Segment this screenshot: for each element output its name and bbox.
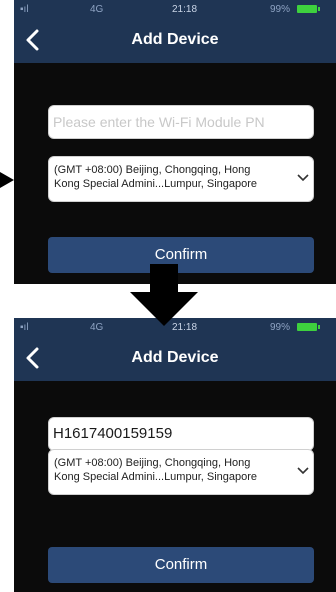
signal-indicator: ▪ıl xyxy=(20,4,29,15)
status-bar: ▪ıl 4G 21:18 99% xyxy=(14,0,336,18)
timezone-line-2: Kong Special Admini...Lumpur, Singapore xyxy=(54,178,258,190)
nav-bar: Add Device xyxy=(14,18,336,63)
wifi-module-pn-input[interactable]: H1617400159159 xyxy=(48,417,314,451)
timezone-line-2: Kong Special Admini...Lumpur, Singapore xyxy=(54,471,258,483)
chevron-down-icon xyxy=(297,467,309,475)
clock: 21:18 xyxy=(172,4,198,15)
timezone-select[interactable]: (GMT +08:00) Beijing, Chongqing, Hong Ko… xyxy=(48,449,314,495)
battery-percent: 99% xyxy=(270,4,291,15)
chevron-down-icon xyxy=(297,174,309,182)
nav-bar: Add Device xyxy=(14,336,336,381)
page-title: Add Device xyxy=(131,31,219,48)
signal-indicator: ▪ıl xyxy=(20,322,29,333)
timezone-line-1: (GMT +08:00) Beijing, Chongqing, Hong xyxy=(54,457,251,469)
arrow-down-icon xyxy=(130,264,198,326)
carrier-label: 4G xyxy=(90,4,104,15)
phone-screen-after: ▪ıl 4G 21:18 99% Add Device H16174001591… xyxy=(14,318,336,592)
battery-icon xyxy=(297,5,320,13)
phone-screen-before: ▪ıl 4G 21:18 99% Add Device Please enter… xyxy=(14,0,336,284)
battery-percent: 99% xyxy=(270,322,291,333)
battery-icon xyxy=(297,323,320,331)
wifi-module-pn-input[interactable]: Please enter the Wi-Fi Module PN xyxy=(48,105,314,139)
arrow-right-icon xyxy=(0,172,14,188)
timezone-line-1: (GMT +08:00) Beijing, Chongqing, Hong xyxy=(54,164,251,176)
timezone-select[interactable]: (GMT +08:00) Beijing, Chongqing, Hong Ko… xyxy=(48,156,314,202)
page-title: Add Device xyxy=(131,349,219,366)
confirm-button[interactable]: Confirm xyxy=(48,547,314,583)
carrier-label: 4G xyxy=(90,322,104,333)
